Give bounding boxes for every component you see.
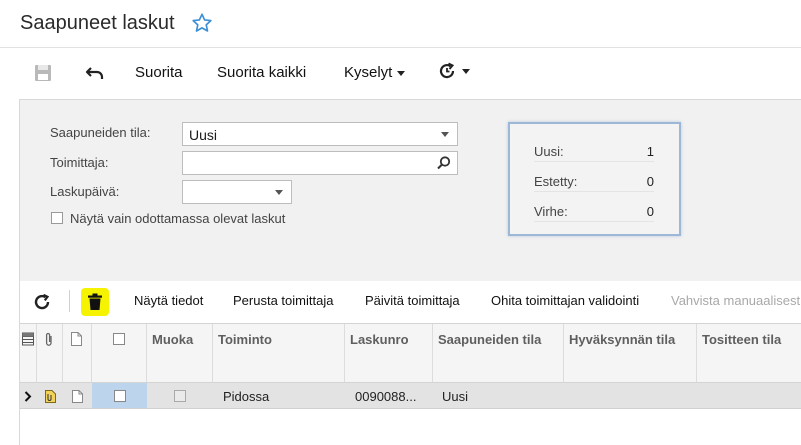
toolbar-divider bbox=[69, 290, 70, 312]
file-attachment-icon[interactable] bbox=[44, 389, 56, 403]
run-button[interactable]: Suorita bbox=[135, 64, 183, 81]
stat-row-new: Uusi: 1 bbox=[534, 142, 654, 162]
pending-only-checkbox[interactable] bbox=[51, 212, 63, 224]
invoice-date-input[interactable] bbox=[182, 180, 292, 204]
grid-header: Muoka Toiminto Laskunro Saapuneiden tila… bbox=[20, 323, 801, 383]
chevron-down-icon bbox=[441, 132, 449, 137]
undo-icon[interactable] bbox=[84, 62, 106, 84]
grid-toolbar: Näytä tiedot Perusta toimittaja Päivitä … bbox=[19, 281, 801, 323]
main-toolbar: Suorita Suorita kaikki Kyselyt bbox=[0, 48, 801, 98]
column-settings-icon[interactable] bbox=[20, 324, 37, 382]
status-value: Uusi bbox=[189, 127, 218, 143]
stat-label: Estetty: bbox=[534, 174, 578, 189]
save-icon[interactable] bbox=[32, 62, 54, 84]
stat-value: 0 bbox=[646, 174, 654, 189]
table-row[interactable]: Pidossa 0090088... Uusi bbox=[20, 383, 801, 409]
status-select[interactable]: Uusi bbox=[182, 122, 458, 146]
column-invoice-no[interactable]: Laskunro bbox=[345, 324, 433, 382]
supplier-label: Toimittaja: bbox=[50, 155, 109, 170]
column-approval-status[interactable]: Hyväksynnän tila bbox=[564, 324, 697, 382]
cell-incoming-status: Uusi bbox=[442, 389, 469, 404]
refresh-icon[interactable] bbox=[32, 292, 52, 312]
confirm-manual-button[interactable]: Vahvista manuaalisest bbox=[671, 293, 800, 308]
stat-label: Virhe: bbox=[534, 204, 568, 219]
row-modified-checkbox[interactable] bbox=[173, 389, 187, 403]
status-summary-box: Uusi: 1 Estetty: 0 Virhe: 0 bbox=[508, 122, 681, 236]
filter-panel: Saapuneiden tila: Uusi Toimittaja: Lasku… bbox=[19, 99, 801, 281]
column-incoming-status[interactable]: Saapuneiden tila bbox=[433, 324, 564, 382]
stat-row-blocked: Estetty: 0 bbox=[534, 172, 654, 192]
note-icon bbox=[63, 324, 92, 382]
show-details-button[interactable]: Näytä tiedot bbox=[134, 293, 203, 308]
trash-icon bbox=[88, 293, 102, 310]
skip-validation-button[interactable]: Ohita toimittajan validointi bbox=[491, 293, 639, 308]
title-bar: Saapuneet laskut bbox=[0, 0, 801, 48]
invoice-date-label: Laskupäivä: bbox=[50, 184, 120, 199]
stat-value: 1 bbox=[646, 144, 654, 159]
column-action[interactable]: Toiminto bbox=[213, 324, 345, 382]
create-supplier-button[interactable]: Perusta toimittaja bbox=[233, 293, 333, 308]
stat-value: 0 bbox=[646, 204, 654, 219]
cell-invoice-no: 0090088... bbox=[355, 389, 417, 404]
delete-button[interactable] bbox=[81, 288, 109, 316]
search-icon[interactable] bbox=[436, 155, 452, 174]
column-modified[interactable]: Muoka bbox=[147, 324, 213, 382]
chevron-down-icon bbox=[397, 70, 406, 76]
refresh-clock-icon bbox=[439, 62, 455, 79]
stat-row-error: Virhe: 0 bbox=[534, 202, 654, 222]
chevron-down-icon bbox=[275, 190, 283, 195]
chevron-down-icon bbox=[462, 68, 470, 74]
pending-only-label: Näytä vain odottamassa olevat laskut bbox=[70, 211, 286, 226]
stat-label: Uusi: bbox=[534, 144, 564, 159]
invoice-grid: Muoka Toiminto Laskunro Saapuneiden tila… bbox=[19, 323, 801, 445]
note-icon[interactable] bbox=[71, 389, 83, 403]
status-label: Saapuneiden tila: bbox=[50, 125, 151, 140]
refresh-schedule-dropdown[interactable] bbox=[437, 61, 470, 81]
select-all-checkbox[interactable] bbox=[92, 324, 147, 382]
queries-label: Kyselyt bbox=[344, 64, 393, 81]
attachment-icon bbox=[37, 324, 63, 382]
queries-dropdown[interactable]: Kyselyt bbox=[344, 64, 406, 81]
cell-action: Pidossa bbox=[223, 389, 270, 404]
row-pointer-icon bbox=[23, 390, 33, 402]
column-voucher-status[interactable]: Tositteen tila bbox=[697, 324, 801, 382]
row-select-checkbox[interactable] bbox=[113, 389, 127, 403]
supplier-input[interactable] bbox=[182, 151, 458, 175]
page-title: Saapuneet laskut bbox=[20, 12, 175, 34]
update-supplier-button[interactable]: Päivitä toimittaja bbox=[365, 293, 460, 308]
star-icon[interactable] bbox=[191, 12, 213, 34]
run-all-button[interactable]: Suorita kaikki bbox=[217, 64, 306, 81]
